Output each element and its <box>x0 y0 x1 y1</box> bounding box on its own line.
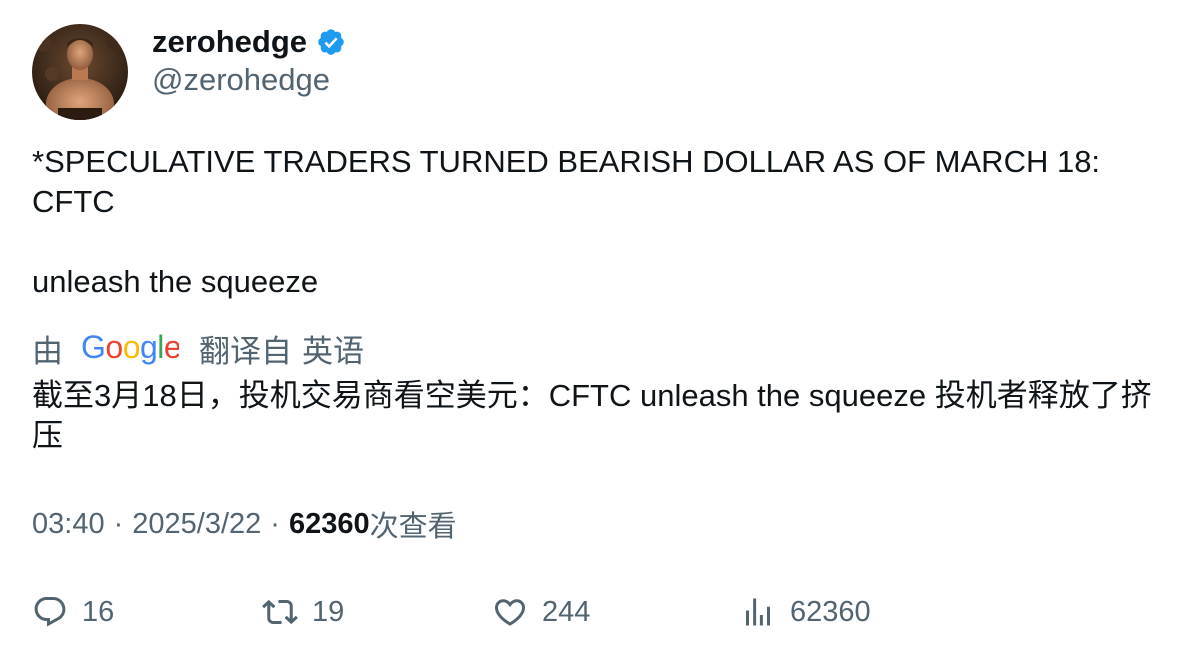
tweet-actions: 16 19 244 62360 <box>0 590 1196 634</box>
views-count: 62360 <box>288 507 370 540</box>
tweet-meta: 03:40 · 2025/3/22 · 62360 次查看 <box>32 504 457 544</box>
analytics-bars-icon <box>746 598 770 626</box>
translation-prefix: 由 <box>32 333 63 369</box>
translation-label: 翻译自 <box>199 333 292 369</box>
translated-tweet-text: 截至3月18日，投机交易商看空美元：CFTC unleash the squee… <box>32 378 1152 453</box>
translation-attribution: 由 Google 翻译自 英语 <box>32 326 364 371</box>
reply-count: 16 <box>82 595 115 628</box>
tweet-text-line: *SPECULATIVE TRADERS TURNED BEARISH DOLL… <box>32 144 1101 219</box>
like-button[interactable]: 244 <box>492 590 590 634</box>
meta-separator: · <box>113 507 124 540</box>
tweet-text-line: unleash the squeeze <box>32 264 319 299</box>
author-handle[interactable]: @zerohedge <box>152 62 330 98</box>
tweet-date[interactable]: 2025/3/22 <box>132 508 261 541</box>
author-name-row: zerohedge <box>152 22 346 62</box>
verified-badge-icon <box>316 27 346 57</box>
views-action-count: 62360 <box>790 595 871 628</box>
avatar-photo-icon <box>32 24 128 120</box>
heart-icon <box>494 599 526 626</box>
author-display-name[interactable]: zerohedge <box>152 24 307 60</box>
svg-text:Google: Google <box>81 329 179 365</box>
translation-source-language[interactable]: 英语 <box>302 326 364 371</box>
tweet-body: *SPECULATIVE TRADERS TURNED BEARISH DOLL… <box>32 142 1172 302</box>
reply-icon <box>34 597 66 627</box>
views-label: 次查看 <box>369 511 457 543</box>
reply-button[interactable]: 16 <box>32 590 114 634</box>
like-count: 244 <box>542 595 591 628</box>
retweet-icon <box>262 599 298 625</box>
meta-separator: · <box>270 507 280 540</box>
google-logo-icon: Google <box>81 328 182 368</box>
author-avatar[interactable] <box>32 24 128 120</box>
tweet-time[interactable]: 03:40 <box>32 508 105 541</box>
retweet-button[interactable]: 19 <box>262 590 344 634</box>
tweet-card: zerohedge @zerohedge *SPECULATIVE TRADER… <box>0 0 1196 658</box>
views-button[interactable]: 62360 <box>740 590 871 634</box>
retweet-count: 19 <box>312 595 345 628</box>
